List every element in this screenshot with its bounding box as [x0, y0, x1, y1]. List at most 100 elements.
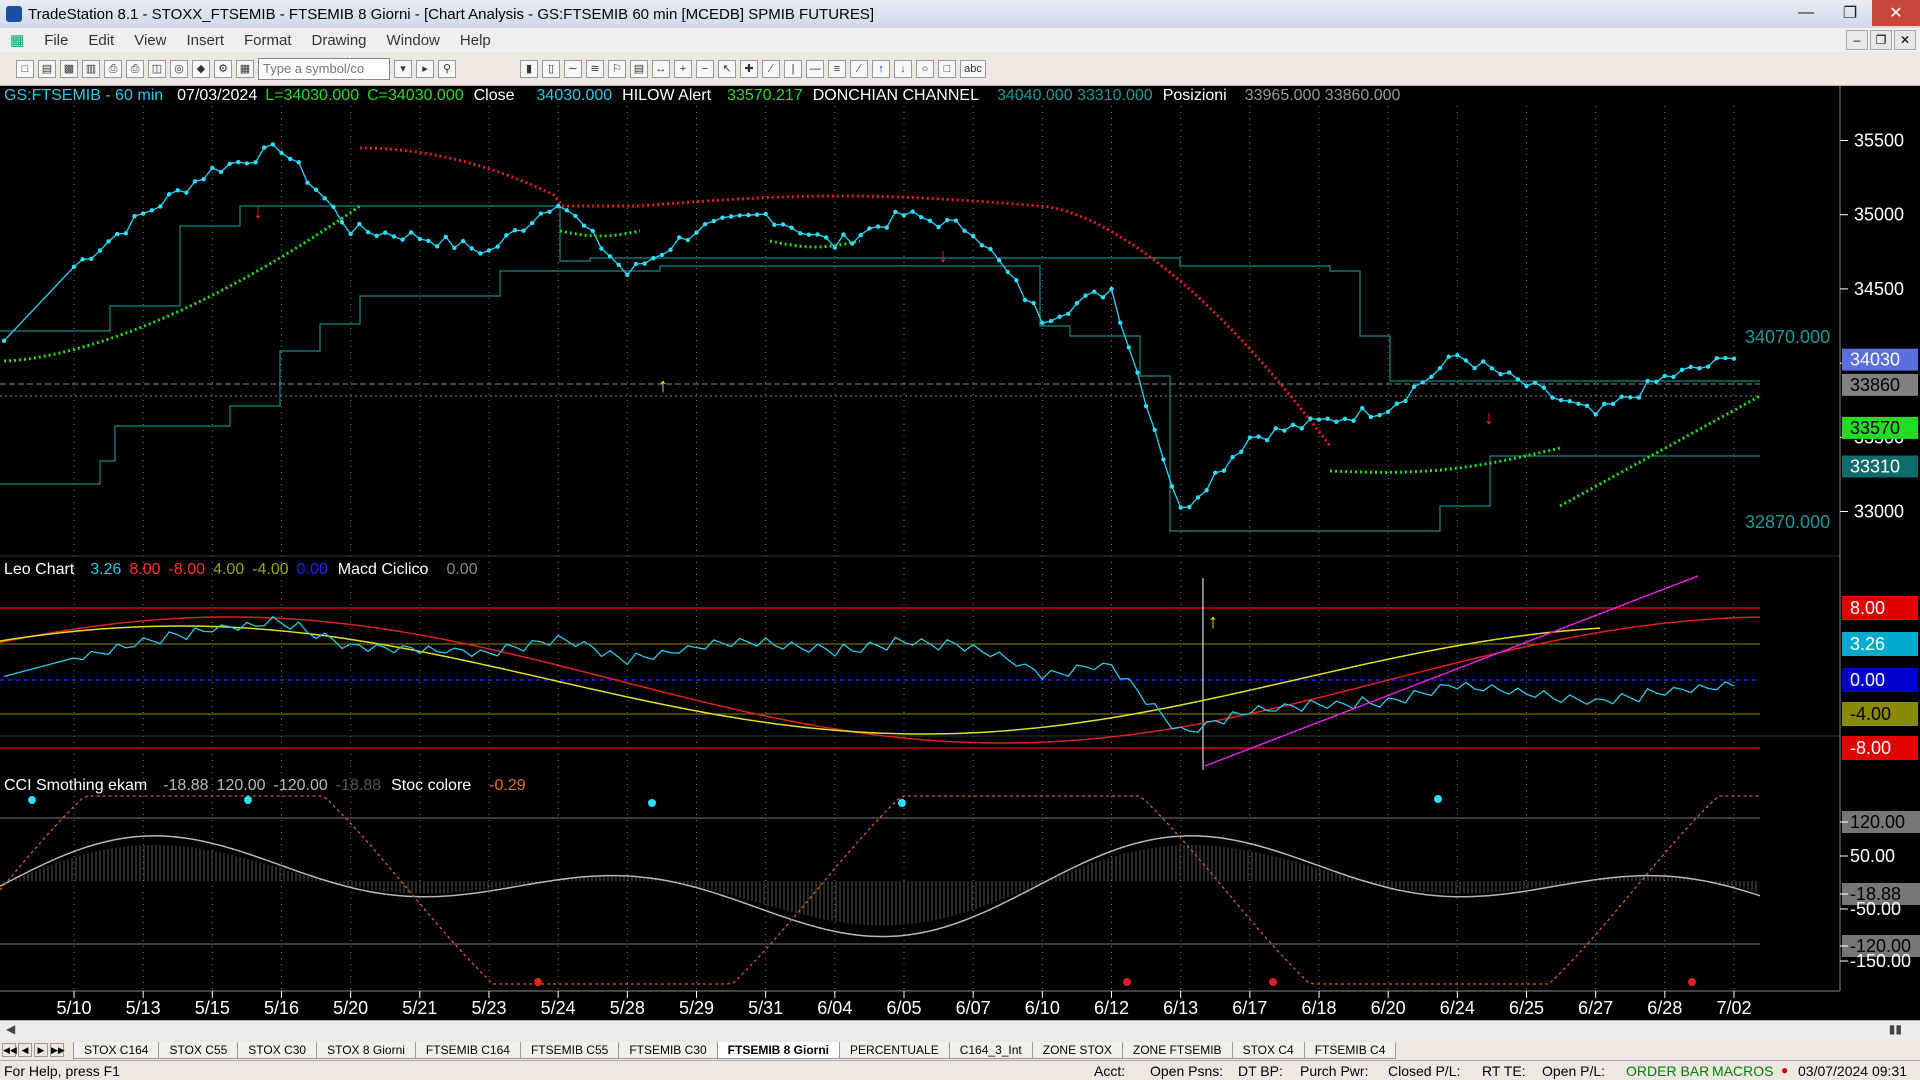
- tab-first-icon[interactable]: ◀◀: [2, 1043, 17, 1057]
- bar-chart-icon[interactable]: ▮: [520, 59, 538, 78]
- text-tool-icon[interactable]: abc: [960, 59, 986, 78]
- symbol-dropdown-icon[interactable]: ▾: [394, 59, 412, 78]
- new-icon[interactable]: □: [16, 59, 34, 78]
- vertical-line-icon[interactable]: |: [784, 59, 802, 78]
- menu-help[interactable]: Help: [450, 32, 501, 49]
- tab-stox-8-giorni[interactable]: STOX 8 Giorni: [316, 1041, 416, 1059]
- date-label: 5/24: [541, 998, 576, 1018]
- price-dot: [668, 247, 673, 252]
- price-dot: [711, 218, 716, 224]
- menu-window[interactable]: Window: [377, 32, 450, 49]
- tab-stox-c55[interactable]: STOX C55: [158, 1041, 239, 1059]
- mdi-close-button[interactable]: ✕: [1894, 30, 1916, 50]
- sell-arrow-icon: ↓: [1484, 407, 1494, 429]
- arrow-down-icon[interactable]: ↓: [894, 59, 912, 78]
- tab-ftsemib-c30[interactable]: FTSEMIB C30: [618, 1041, 718, 1059]
- menu-file[interactable]: File: [34, 32, 78, 49]
- price-dot: [1213, 470, 1218, 475]
- price-dot: [910, 209, 915, 214]
- price-dot: [1411, 384, 1417, 389]
- go-arrow-icon[interactable]: ▸: [416, 59, 434, 78]
- workspace-icon[interactable]: ▥: [82, 59, 100, 78]
- symbol-input[interactable]: [258, 57, 390, 80]
- symbol-lookup-icon[interactable]: ⚲: [438, 59, 456, 78]
- price-dot: [322, 196, 327, 201]
- radar-icon[interactable]: ◎: [170, 59, 188, 78]
- channel-icon[interactable]: ∕: [850, 59, 868, 78]
- tab-ftsemib-8-giorni[interactable]: FTSEMIB 8 Giorni: [716, 1041, 841, 1059]
- price-dot: [460, 238, 466, 244]
- lock-icon[interactable]: ◆: [192, 59, 210, 78]
- price-dot: [953, 218, 959, 223]
- price-dot: [115, 231, 120, 237]
- chart-analysis-window[interactable]: ↓ ↓ ↓ ↑ ↑ GS:FTSEMIB - 60 min 07/03/2024 L…: [0, 86, 1920, 1020]
- date-label: 6/10: [1025, 998, 1060, 1018]
- data-window-icon[interactable]: ▤: [630, 59, 648, 78]
- print-preview-icon[interactable]: ⎙: [126, 59, 144, 78]
- close-button[interactable]: ✕: [1872, 0, 1920, 26]
- tab-next-icon[interactable]: ▶: [34, 1043, 48, 1057]
- order-bar-button[interactable]: ORDER BAR: [1626, 1063, 1709, 1079]
- menu-format[interactable]: Format: [234, 32, 302, 49]
- tab-stox-c164[interactable]: STOX C164: [73, 1041, 160, 1059]
- menu-insert[interactable]: Insert: [176, 32, 234, 49]
- menu-edit[interactable]: Edit: [78, 32, 124, 49]
- price-dot: [599, 246, 604, 251]
- tab-c164-3-int[interactable]: C164_3_Int: [948, 1041, 1033, 1059]
- menu-drawing[interactable]: Drawing: [302, 32, 377, 49]
- date-label: 5/20: [333, 998, 368, 1018]
- arrow-up-icon[interactable]: ↑: [872, 59, 890, 78]
- price-dot: [1429, 374, 1434, 379]
- tab-zone-ftsemib[interactable]: ZONE FTSEMIB: [1121, 1041, 1233, 1059]
- tab-last-icon[interactable]: ▶▶: [50, 1043, 65, 1057]
- mdi-minimize-button[interactable]: –: [1846, 30, 1868, 50]
- price-dot: [1455, 353, 1460, 358]
- price-dot: [633, 261, 639, 267]
- trendline-icon[interactable]: ∕: [762, 59, 780, 78]
- price-dot: [1161, 457, 1166, 462]
- rectangle-icon[interactable]: □: [938, 59, 956, 78]
- pointer-icon[interactable]: ↖: [718, 59, 736, 78]
- options-icon[interactable]: ⚙: [214, 59, 232, 78]
- chart-icon[interactable]: ◫: [148, 59, 166, 78]
- chart-svg[interactable]: ↓ ↓ ↓ ↑ ↑ GS:FTSEMIB - 60 min 07/03/2024 L…: [0, 86, 1920, 1020]
- open-icon[interactable]: ▤: [38, 59, 56, 78]
- line-chart-icon[interactable]: ∼: [564, 59, 582, 78]
- price-dot: [1074, 301, 1080, 306]
- minimize-button[interactable]: —: [1784, 0, 1828, 26]
- scroll-left-icon[interactable]: ◀: [6, 1022, 15, 1036]
- chart-window-icon[interactable]: ▦: [0, 31, 34, 49]
- price-dot: [1178, 505, 1183, 510]
- tab-zone-stox[interactable]: ZONE STOX: [1031, 1041, 1123, 1059]
- tab-stox-c30[interactable]: STOX C30: [237, 1041, 318, 1059]
- tab-ftsemib-c4[interactable]: FTSEMIB C4: [1303, 1041, 1397, 1059]
- date-label: 6/25: [1509, 998, 1544, 1018]
- horizontal-scrollbar[interactable]: ◀ ▮▮: [0, 1020, 1920, 1040]
- leo-trendline: [1204, 575, 1699, 767]
- print-icon[interactable]: ⎙: [104, 59, 122, 78]
- ellipse-icon[interactable]: ○: [916, 59, 934, 78]
- purch-pwr-label: Purch Pwr:: [1300, 1063, 1369, 1079]
- scanner-icon[interactable]: ▦: [236, 59, 254, 78]
- fibonacci-icon[interactable]: ≡: [828, 59, 846, 78]
- save-icon[interactable]: ▩: [60, 59, 78, 78]
- tab-ftsemib-c55[interactable]: FTSEMIB C55: [519, 1041, 620, 1059]
- tab-ftsemib-c164[interactable]: FTSEMIB C164: [414, 1041, 521, 1059]
- bar-spacing-icon[interactable]: ↔: [652, 59, 670, 78]
- strategy-icon[interactable]: ⚐: [608, 59, 626, 78]
- tab-percentuale[interactable]: PERCENTUALE: [839, 1041, 950, 1059]
- tab-prev-icon[interactable]: ◀: [18, 1043, 32, 1057]
- candle-icon[interactable]: ▯: [542, 59, 560, 78]
- maximize-button[interactable]: ❐: [1828, 0, 1872, 26]
- scroll-handle-icon[interactable]: ▮▮: [1889, 1022, 1902, 1036]
- indicator-icon[interactable]: ≅: [586, 59, 604, 78]
- horizontal-line-icon[interactable]: —: [806, 59, 824, 78]
- mdi-restore-button[interactable]: ❐: [1870, 30, 1892, 50]
- zoom-out-icon[interactable]: −: [696, 59, 714, 78]
- menu-view[interactable]: View: [124, 32, 176, 49]
- price-dot: [581, 223, 587, 228]
- macros-button[interactable]: MACROS: [1712, 1063, 1773, 1079]
- crosshair-icon[interactable]: ✚: [740, 59, 758, 78]
- tab-stox-c4[interactable]: STOX C4: [1231, 1041, 1305, 1059]
- zoom-in-icon[interactable]: +: [674, 59, 692, 78]
